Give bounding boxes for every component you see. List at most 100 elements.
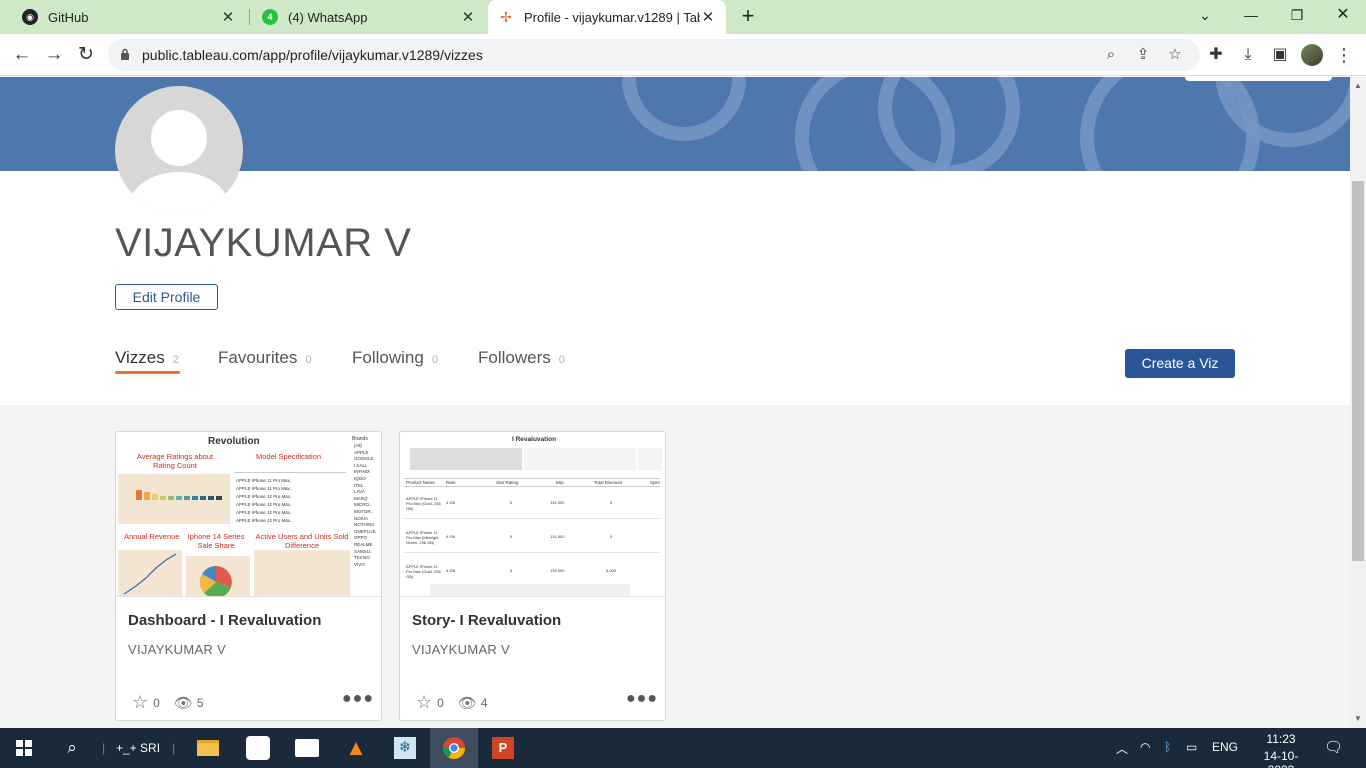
snowflake-app-icon[interactable]: ❄ bbox=[390, 733, 420, 763]
tray-overflow-icon[interactable]: ︿ bbox=[1116, 740, 1128, 757]
back-icon[interactable]: ← bbox=[9, 42, 35, 68]
clock-time: 11:23 bbox=[1266, 732, 1296, 746]
browser-menu-icon[interactable]: ⋮ bbox=[1335, 42, 1353, 68]
tab-following[interactable]: Following 0 bbox=[352, 348, 438, 368]
scroll-down-icon[interactable]: ▼ bbox=[1353, 714, 1363, 724]
extensions-icon[interactable]: ✚ bbox=[1206, 45, 1226, 65]
app-icon[interactable] bbox=[243, 733, 273, 763]
profile-page: VIJAYKUMAR V Edit Profile Vizzes 2 Favour… bbox=[0, 77, 1350, 728]
tab-vizzes[interactable]: Vizzes 2 bbox=[115, 348, 179, 368]
lock-icon bbox=[121, 48, 129, 60]
thumb-bar bbox=[152, 494, 158, 500]
thumb-bar bbox=[160, 496, 166, 500]
favourite-star-icon[interactable]: ☆ bbox=[416, 692, 432, 713]
viz-title[interactable]: Story- I Revaluvation bbox=[412, 612, 561, 629]
taskbar-divider: | bbox=[172, 741, 176, 755]
viz-thumbnail[interactable]: Revolution Average Ratings about Rating … bbox=[116, 432, 381, 597]
scrollbar-thumb[interactable] bbox=[1352, 181, 1364, 561]
thumb-table-line bbox=[234, 472, 346, 473]
viz-title[interactable]: Dashboard - I Revaluvation bbox=[128, 612, 321, 629]
thumb-cell: 131,900 bbox=[550, 500, 565, 505]
close-icon[interactable]: ✕ bbox=[460, 8, 476, 26]
thumb-table-line bbox=[404, 486, 660, 487]
favourite-star-icon[interactable]: ☆ bbox=[132, 692, 148, 713]
thumb-bar bbox=[176, 496, 182, 500]
banner-ring bbox=[878, 77, 1020, 171]
reload-icon[interactable]: ↻ bbox=[73, 42, 99, 68]
network-icon[interactable]: ◠ bbox=[1140, 740, 1150, 754]
powerpoint-icon[interactable]: P bbox=[488, 733, 518, 763]
tab-github[interactable]: ◉ GitHub ✕ bbox=[12, 0, 246, 34]
restore-button[interactable]: ❐ bbox=[1274, 0, 1320, 30]
url-text: public.tableau.com/app/profile/vijaykuma… bbox=[142, 47, 483, 63]
viz-card[interactable]: Revolution Average Ratings about Rating … bbox=[115, 431, 382, 721]
thumb-bar bbox=[168, 496, 174, 500]
create-viz-button[interactable]: Create a Viz bbox=[1125, 349, 1235, 378]
thumb-bar bbox=[216, 496, 222, 500]
browser-profile-avatar[interactable] bbox=[1301, 44, 1323, 66]
viz-author[interactable]: VIJAYKUMAR V bbox=[128, 642, 226, 657]
file-explorer-icon[interactable] bbox=[193, 733, 223, 763]
tab-whatsapp[interactable]: 4 (4) WhatsApp ✕ bbox=[252, 0, 486, 34]
tab-count: 0 bbox=[305, 354, 312, 366]
battery-icon[interactable]: ▭ bbox=[1186, 740, 1197, 754]
scroll-up-icon[interactable]: ▲ bbox=[1353, 81, 1363, 91]
share-icon[interactable]: ⇪ bbox=[1134, 46, 1152, 64]
view-count: 5 bbox=[196, 695, 204, 710]
forward-icon[interactable]: → bbox=[41, 42, 67, 68]
vlc-icon[interactable]: ▲ bbox=[341, 733, 371, 763]
thumb-bar bbox=[200, 496, 206, 500]
bluetooth-icon[interactable]: ᛒ bbox=[1164, 740, 1171, 754]
thumb-bar bbox=[136, 490, 142, 500]
browser-tab-bar: ◉ GitHub ✕ 4 (4) WhatsApp ✕ ✢ Profile - … bbox=[0, 0, 1366, 34]
thumb-table-row: APPLE iPhone 12 Pro Max.. bbox=[236, 494, 293, 499]
thumb-cell: 139,900 bbox=[550, 568, 565, 573]
thumb-section: Iphone 14 Series Sale Share bbox=[187, 532, 245, 550]
banner-edit-button[interactable] bbox=[1185, 77, 1332, 81]
minimize-button[interactable]: — bbox=[1228, 0, 1274, 30]
viz-thumbnail[interactable]: I Revaluvation Product Name Ram Star Rat… bbox=[400, 432, 665, 597]
viz-card[interactable]: I Revaluvation Product Name Ram Star Rat… bbox=[399, 431, 666, 721]
thumb-col: Product Name bbox=[406, 480, 435, 485]
thumb-table-row: APPLE iPhone 11 Pro Max.. bbox=[236, 478, 293, 483]
bookmark-star-icon[interactable]: ☆ bbox=[1166, 46, 1184, 64]
close-window-button[interactable]: ✕ bbox=[1320, 0, 1366, 30]
language-indicator[interactable]: ENG bbox=[1212, 740, 1238, 754]
tab-tableau-profile[interactable]: ✢ Profile - vijaykumar.v1289 | Table ✕ bbox=[488, 0, 726, 34]
thumb-table-row: APPLE iPhone 12 Pro Max.. bbox=[236, 502, 293, 507]
profile-name: VIJAYKUMAR V bbox=[115, 221, 412, 265]
new-tab-button[interactable]: + bbox=[737, 5, 759, 27]
thumb-pie-chart bbox=[199, 565, 232, 596]
tableau-icon: ✢ bbox=[498, 9, 514, 25]
banner-ring bbox=[622, 77, 746, 141]
download-icon[interactable]: ⤓ bbox=[1238, 45, 1258, 65]
more-options-icon[interactable]: ●●● bbox=[342, 690, 374, 708]
more-options-icon[interactable]: ●●● bbox=[626, 690, 658, 708]
close-icon[interactable]: ✕ bbox=[700, 8, 716, 26]
search-icon[interactable]: ⌕ bbox=[57, 733, 87, 763]
tab-followers[interactable]: Followers 0 bbox=[478, 348, 565, 368]
clock[interactable]: 11:23 14-10-2023 bbox=[1259, 732, 1303, 768]
address-bar[interactable]: public.tableau.com/app/profile/vijaykuma… bbox=[108, 39, 1200, 71]
close-icon[interactable]: ✕ bbox=[220, 8, 236, 26]
tab-label: Vizzes bbox=[115, 348, 165, 367]
tab-favourites[interactable]: Favourites 0 bbox=[218, 348, 312, 368]
windows-start-icon[interactable] bbox=[9, 733, 39, 763]
tab-count: 2 bbox=[172, 354, 179, 366]
side-panel-icon[interactable]: ▣ bbox=[1270, 45, 1290, 65]
thumb-cell: 5,000 bbox=[606, 568, 617, 573]
thumb-table-line bbox=[404, 518, 660, 519]
thumb-bar bbox=[192, 496, 198, 500]
vizzes-grid: Revolution Average Ratings about Rating … bbox=[0, 405, 1350, 728]
taskbar-search-label[interactable]: +_+ SRI bbox=[116, 741, 160, 755]
thumb-cell: 5 bbox=[510, 568, 513, 573]
zoom-icon[interactable]: ⌕ bbox=[1102, 46, 1120, 64]
tab-search-icon[interactable]: ⌄ bbox=[1182, 0, 1228, 30]
edit-profile-button[interactable]: Edit Profile bbox=[115, 284, 218, 310]
notifications-icon[interactable]: 🗨 bbox=[1324, 738, 1343, 756]
mail-icon[interactable] bbox=[292, 733, 322, 763]
chrome-icon[interactable] bbox=[430, 728, 478, 768]
tab-label: Following bbox=[352, 348, 424, 367]
viz-author[interactable]: VIJAYKUMAR V bbox=[412, 642, 510, 657]
page-scrollbar[interactable]: ▲ ▼ bbox=[1350, 77, 1366, 728]
